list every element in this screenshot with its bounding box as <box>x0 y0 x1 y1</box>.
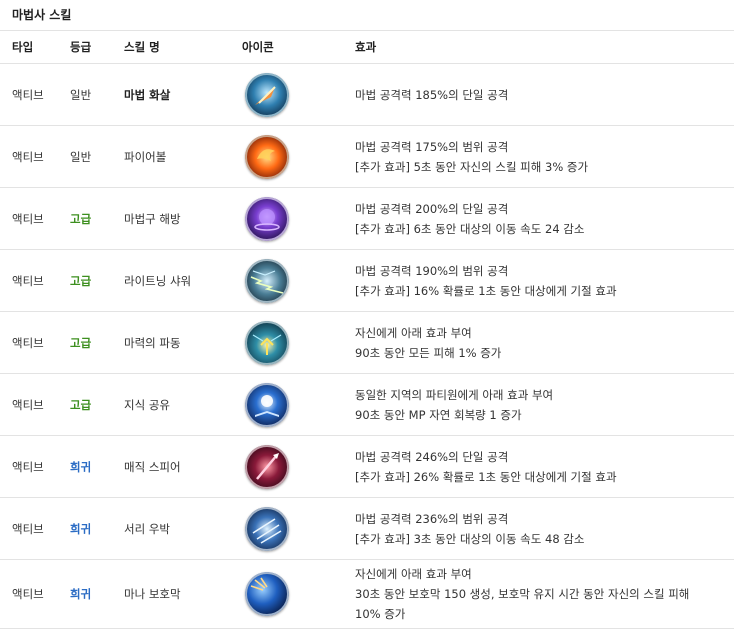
skill-grade: 고급 <box>70 311 124 374</box>
skill-type: 액티브 <box>0 373 70 436</box>
skill-grade: 고급 <box>70 187 124 250</box>
skill-grade: 희귀 <box>70 435 124 498</box>
skill-table: 타입 등급 스킬 명 아이콘 효과 액티브 일반 마법 화살 마법 공격력 18… <box>0 30 734 629</box>
skill-grade: 일반 <box>70 125 124 188</box>
skill-type: 액티브 <box>0 125 70 188</box>
table-row: 액티브 일반 파이어볼 마법 공격력 175%의 범위 공격 [추가 효과] 5… <box>0 125 734 188</box>
effect-line: 마법 공격력 190%의 범위 공격 <box>355 263 509 278</box>
effect-line: [추가 효과] 5초 동안 자신의 스킬 피해 3% 증가 <box>355 159 589 174</box>
header-grade: 등급 <box>70 30 124 64</box>
effect-line: [추가 효과] 16% 확률로 1초 동안 대상에게 기절 효과 <box>355 283 617 298</box>
effect-line: 90초 동안 MP 자연 회복량 1 증가 <box>355 407 522 422</box>
effect-line: [추가 효과] 3초 동안 대상의 이동 속도 48 감소 <box>355 531 585 546</box>
table-header-row: 타입 등급 스킬 명 아이콘 효과 <box>0 30 734 64</box>
effect-line: 자신에게 아래 효과 부여 <box>355 567 472 581</box>
skill-name: 지식 공유 <box>124 373 242 436</box>
header-name: 스킬 명 <box>124 30 242 64</box>
skill-name: 파이어볼 <box>124 125 242 188</box>
effect-line: 마법 공격력 200%의 단일 공격 <box>355 201 509 216</box>
skill-grade: 희귀 <box>70 559 124 629</box>
skill-name: 마법구 해방 <box>124 187 242 250</box>
knowledge-icon <box>245 382 289 427</box>
skill-grade: 고급 <box>70 249 124 312</box>
effect-line: 마법 공격력 236%의 범위 공격 <box>355 511 509 526</box>
table-row: 액티브 희귀 마나 보호막 자신에게 아래 효과 부여 30초 동안 보호막 1… <box>0 559 734 629</box>
effect-line: 마법 공격력 175%의 범위 공격 <box>355 139 509 154</box>
magic-arrow-icon <box>245 72 289 117</box>
skill-name: 서리 우박 <box>124 497 242 560</box>
effect-line: 30초 동안 보호막 150 생성, 보호막 유지 시간 동안 자신의 스킬 피… <box>355 587 690 601</box>
table-row: 액티브 고급 마력의 파동 자신에게 아래 효과 부여 90초 동안 모든 피해… <box>0 311 734 374</box>
skill-type: 액티브 <box>0 311 70 374</box>
magic-orb-icon <box>245 196 289 241</box>
skill-name: 마나 보호막 <box>124 559 242 629</box>
section-title: 마법사 스킬 <box>12 8 72 22</box>
table-row: 액티브 일반 마법 화살 마법 공격력 185%의 단일 공격 <box>0 63 734 126</box>
effect-line: [추가 효과] 6초 동안 대상의 이동 속도 24 감소 <box>355 221 585 236</box>
mana-wave-icon <box>245 320 289 365</box>
frost-hail-icon <box>245 506 289 551</box>
table-row: 액티브 희귀 매직 스피어 마법 공격력 246%의 단일 공격 [추가 효과]… <box>0 435 734 498</box>
skill-name: 마력의 파동 <box>124 311 242 374</box>
header-type: 타입 <box>0 30 70 64</box>
effect-line: 90초 동안 모든 피해 1% 증가 <box>355 345 502 360</box>
skill-grade: 희귀 <box>70 497 124 560</box>
skill-type: 액티브 <box>0 559 70 629</box>
header-icon: 아이콘 <box>242 30 355 64</box>
skill-type: 액티브 <box>0 249 70 312</box>
skill-grade: 일반 <box>70 63 124 126</box>
effect-line: [추가 효과] 26% 확률로 1초 동안 대상에게 기절 효과 <box>355 469 617 484</box>
effect-line: 자신에게 아래 효과 부여 <box>355 325 472 340</box>
skill-type: 액티브 <box>0 435 70 498</box>
fireball-icon <box>245 134 289 179</box>
table-row: 액티브 희귀 서리 우박 마법 공격력 236%의 범위 공격 [추가 효과] … <box>0 497 734 560</box>
skill-type: 액티브 <box>0 63 70 126</box>
table-row: 액티브 고급 마법구 해방 마법 공격력 200%의 단일 공격 [추가 효과]… <box>0 187 734 250</box>
table-row: 액티브 고급 지식 공유 동일한 지역의 파티원에게 아래 효과 부여 90초 … <box>0 373 734 436</box>
skill-name: 매직 스피어 <box>124 435 242 498</box>
effect-line: 마법 공격력 246%의 단일 공격 <box>355 449 509 464</box>
effect-line: 10% 증가 <box>355 607 406 621</box>
skill-grade: 고급 <box>70 373 124 436</box>
lightning-icon <box>245 258 289 303</box>
skill-type: 액티브 <box>0 187 70 250</box>
effect-line: 동일한 지역의 파티원에게 아래 효과 부여 <box>355 387 554 402</box>
magic-spear-icon <box>245 444 289 489</box>
effect-line: 마법 공격력 185%의 단일 공격 <box>355 87 509 102</box>
mana-shield-icon <box>245 572 289 616</box>
table-row: 액티브 고급 라이트닝 샤워 마법 공격력 190%의 범위 공격 [추가 효과… <box>0 249 734 312</box>
skill-name: 라이트닝 샤워 <box>124 249 242 312</box>
skill-name: 마법 화살 <box>124 63 242 126</box>
skill-type: 액티브 <box>0 497 70 560</box>
header-effect: 효과 <box>355 30 734 64</box>
